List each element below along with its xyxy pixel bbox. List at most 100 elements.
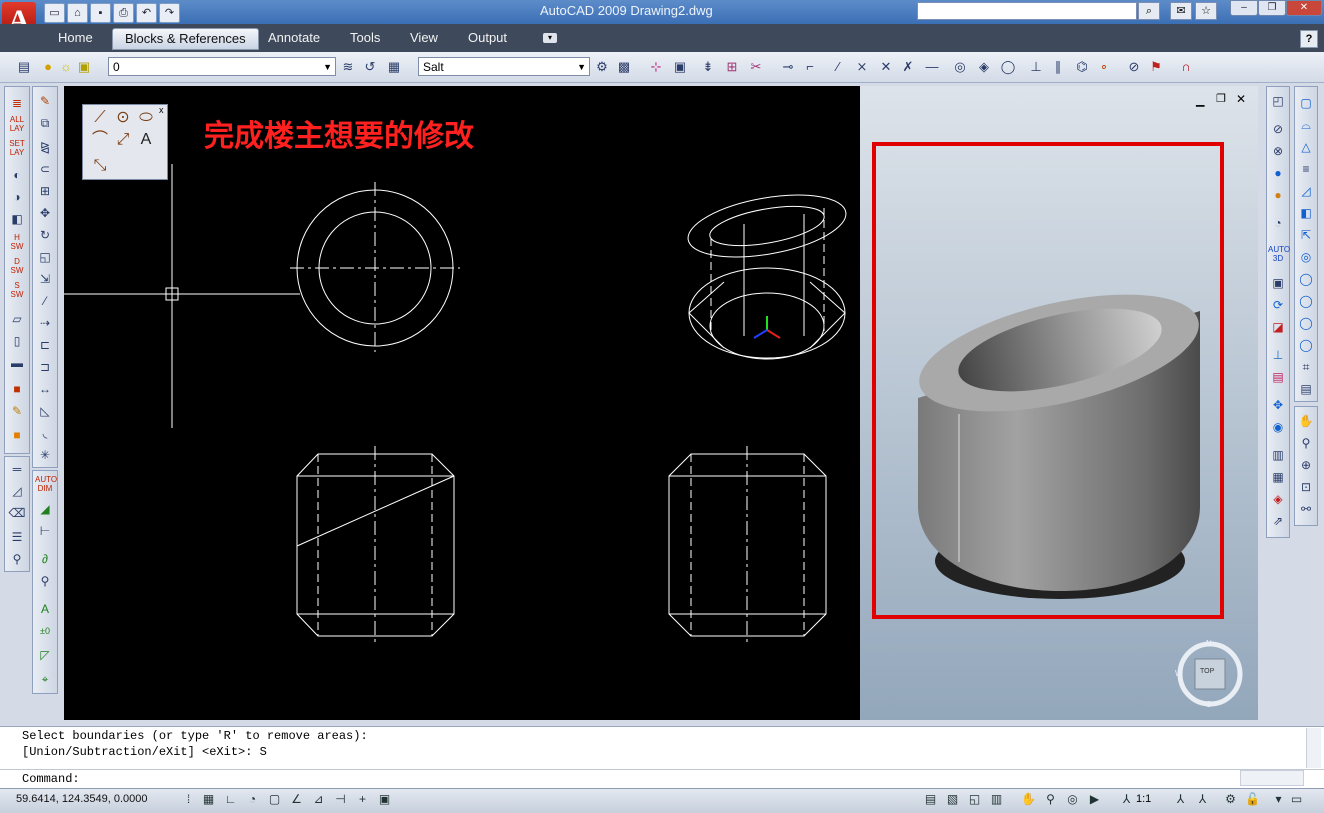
color-icon[interactable]: ■ (7, 379, 27, 399)
trim-icon[interactable]: ⁄ (35, 291, 55, 311)
zoom-realtime-icon[interactable]: ⚲ (1296, 433, 1316, 453)
dim-arc-icon[interactable]: ∂ (35, 549, 55, 569)
ribbon-minimize-icon[interactable]: ▾ (543, 33, 557, 43)
sphere-hidden-icon[interactable]: ⊗ (1268, 141, 1288, 161)
pan-icon[interactable]: ✋ (1296, 411, 1316, 431)
solid-intersect-icon[interactable]: ◯ (1296, 335, 1316, 355)
layer-freeze-icon[interactable]: ☼ (56, 57, 76, 77)
annotation-scale-icon[interactable]: ⅄ (1118, 791, 1135, 808)
dim-style-icon[interactable]: ⌖ (35, 669, 55, 689)
solid-ring-icon[interactable]: ◯ (1296, 269, 1316, 289)
save-icon[interactable]: ▪ (90, 3, 111, 23)
chamfer-icon[interactable]: ◺ (35, 401, 55, 421)
list-icon[interactable]: ☰ (7, 527, 27, 547)
construction-line-icon[interactable]: ⤡ (89, 155, 111, 177)
lengthen-icon[interactable]: ↔ (35, 379, 55, 399)
move-icon[interactable]: ✥ (35, 203, 55, 223)
dimension-icon[interactable]: ⤢ (112, 129, 134, 151)
layer-icon[interactable]: ≣ (7, 93, 27, 113)
dim-linear-icon[interactable]: ⊢ (35, 521, 55, 541)
search-icon[interactable]: ⌕ (1138, 2, 1160, 20)
angle-icon[interactable]: ◿ (7, 481, 27, 501)
auto-scale-icon[interactable]: ⅄ (1194, 791, 1211, 808)
solid-slice-icon[interactable]: ◧ (1296, 203, 1316, 223)
zoom-previous-icon[interactable]: ⚯ (1296, 499, 1316, 519)
snap-line-icon[interactable]: ⁄ (828, 57, 848, 77)
solid-edit-icon[interactable]: ⌗ (1296, 357, 1316, 377)
layer-states-icon[interactable]: ▦ (384, 57, 404, 77)
viewcube-west[interactable]: W (1175, 669, 1183, 678)
help-icon[interactable]: ? (1300, 30, 1318, 48)
layer-isolate-icon[interactable]: ▬ (7, 353, 27, 373)
scale-icon[interactable]: ◱ (35, 247, 55, 267)
stretch-icon[interactable]: ⇲ (35, 269, 55, 289)
snap-extension-icon[interactable]: ✗ (898, 57, 918, 77)
solid-box-icon[interactable]: ▢ (1296, 93, 1316, 113)
all-layers-icon[interactable]: ALL LAY (7, 115, 27, 135)
layer-on-off-icon[interactable]: ◐ (7, 165, 27, 185)
quick-view-layouts-icon[interactable]: ◱ (966, 791, 983, 808)
zoom-extents-icon[interactable]: ⊡ (1296, 477, 1316, 497)
dim-aligned-icon[interactable]: ◢ (35, 499, 55, 519)
text-icon[interactable]: A (35, 599, 55, 619)
snap-intersection-icon[interactable]: ⨯ (852, 57, 872, 77)
make-object-layer-current-icon[interactable]: ≋ (338, 57, 358, 77)
explode-icon[interactable]: ✳ (35, 445, 55, 465)
tab-annotate[interactable]: Annotate (256, 28, 332, 48)
extract-icon[interactable]: ▤ (1268, 367, 1288, 387)
viewcube-north[interactable]: N (1206, 639, 1212, 648)
break-icon[interactable]: ⊏ (35, 335, 55, 355)
polar-tracking-icon[interactable]: ◔ (244, 791, 261, 808)
camera-icon[interactable]: ◉ (1268, 417, 1288, 437)
new-icon[interactable]: ▭ (44, 3, 65, 23)
annotation-scale-value[interactable]: 1:1 (1136, 793, 1151, 805)
workspace-switching-icon[interactable]: ⚙ (1222, 791, 1239, 808)
object-snap-midpoint-icon[interactable]: ⌐ (800, 57, 820, 77)
pan-3d-icon[interactable]: ✥ (1268, 395, 1288, 415)
sheet-icon[interactable]: ▥ (1268, 445, 1288, 465)
layer-match-icon[interactable]: ▯ (7, 331, 27, 351)
visual-style-manager-icon[interactable]: ▩ (614, 57, 634, 77)
toolbar-lock-icon[interactable]: 🔓 (1244, 791, 1261, 808)
object-snap-icon[interactable]: ▢ (266, 791, 283, 808)
extend-icon[interactable]: ⇢ (35, 313, 55, 333)
tab-view[interactable]: View (398, 28, 450, 48)
hidden-switch-icon[interactable]: H SW (7, 233, 27, 253)
snap-quadrant-icon[interactable]: ◈ (974, 57, 994, 77)
tab-blocks-references[interactable]: Blocks & References (112, 28, 259, 50)
brush-icon[interactable]: ✎ (7, 401, 27, 421)
dynamic-ucs-icon[interactable]: ⊿ (310, 791, 327, 808)
line-icon[interactable]: ⟋ (89, 107, 111, 129)
layer-switch-icon[interactable]: ◑ (7, 187, 27, 207)
render-icon[interactable]: ◔ (1268, 213, 1288, 233)
zoom-window-icon[interactable]: ⊕ (1296, 455, 1316, 475)
offset-icon[interactable]: ⊂ (35, 159, 55, 179)
solid-cylinder-icon[interactable]: ⌓ (1296, 115, 1316, 135)
redo-icon[interactable]: ↷ (159, 3, 180, 23)
solid-layers-icon[interactable]: ≡ (1296, 159, 1316, 179)
snap-dash-icon[interactable]: — (922, 57, 942, 77)
snap-insert-icon[interactable]: ⌬ (1072, 57, 1092, 77)
clean-screen-icon[interactable]: ▭ (1288, 791, 1305, 808)
ruler-icon[interactable]: ═ (7, 459, 27, 479)
grid-display-icon[interactable]: ▦ (200, 791, 217, 808)
orbit-status-icon[interactable]: ◎ (1064, 791, 1081, 808)
zoom-icon[interactable]: ⚲ (7, 549, 27, 569)
leader-icon[interactable]: ◸ (35, 645, 55, 665)
viewcube-face-label[interactable]: TOP (1200, 668, 1214, 675)
3d-viewport[interactable]: ▁ ❐ ✕ TOP N S E W (860, 86, 1258, 720)
viewcube-east[interactable]: E (1237, 669, 1242, 678)
dim-value-icon[interactable]: ±0 (35, 621, 55, 641)
layout-tool-icon[interactable]: ▣ (670, 57, 690, 77)
layer-lock-icon[interactable]: ▣ (74, 57, 94, 77)
solid-switch-icon[interactable]: S SW (7, 281, 27, 301)
sphere-realistic-icon[interactable]: ● (1268, 185, 1288, 205)
showmotion-icon[interactable]: ▶ (1086, 791, 1103, 808)
orbit-icon[interactable]: ⟳ (1268, 295, 1288, 315)
join-icon[interactable]: ⊐ (35, 357, 55, 377)
command-prompt[interactable]: Command: (22, 772, 80, 786)
solid-subtract-icon[interactable]: ◯ (1296, 313, 1316, 333)
dynamic-input-icon[interactable]: ⊣ (332, 791, 349, 808)
mirror-icon[interactable]: ⧎ (35, 137, 55, 157)
sphere-shaded-icon[interactable]: ● (1268, 163, 1288, 183)
